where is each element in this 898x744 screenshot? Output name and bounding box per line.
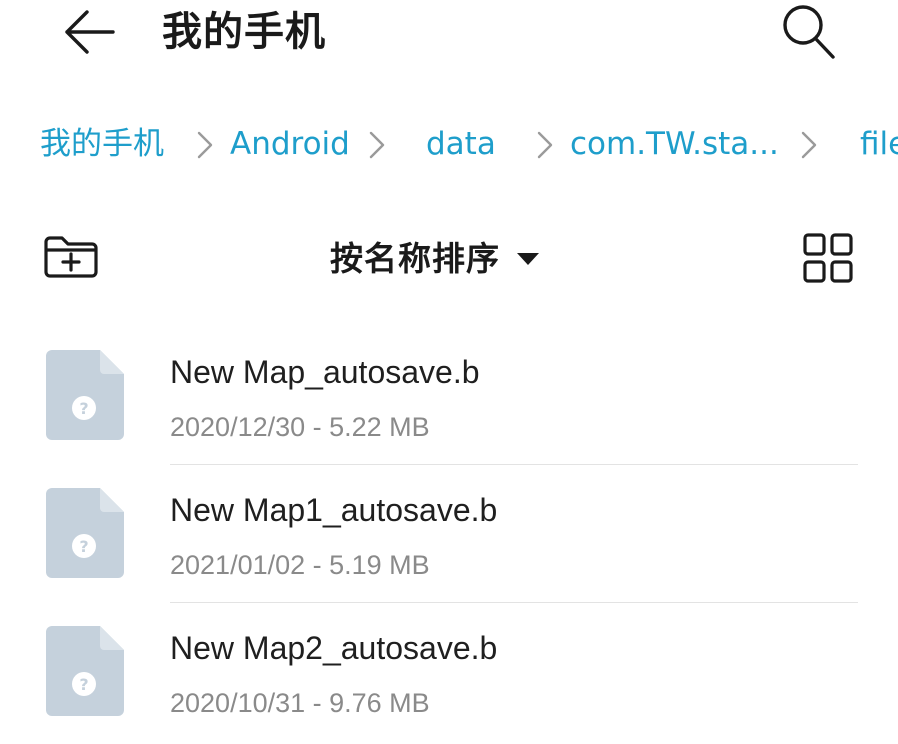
page-title: 我的手机 (162, 9, 326, 55)
search-icon (783, 5, 835, 59)
breadcrumb-item-package[interactable]: com.TW.sta... (570, 122, 779, 166)
file-row[interactable]: ? New Map_autosave.b 2020/12/30 - 5.22 M… (0, 330, 898, 468)
view-toggle-button[interactable] (796, 226, 860, 290)
unknown-file-icon: ? (46, 350, 124, 440)
sort-label: 按名称排序 (330, 239, 500, 278)
svg-text:?: ? (79, 675, 88, 694)
file-row[interactable]: ? New Map1_autosave.b 2021/01/02 - 5.19 … (0, 468, 898, 606)
back-button[interactable] (56, 4, 122, 60)
new-folder-icon (44, 236, 98, 278)
divider (170, 464, 858, 465)
breadcrumb-item-data[interactable]: data (426, 122, 496, 166)
divider (170, 602, 858, 603)
new-folder-button[interactable] (38, 228, 104, 286)
breadcrumb-item-android[interactable]: Android (230, 122, 350, 166)
unknown-file-icon: ? (46, 488, 124, 578)
file-meta: 2020/12/30 - 5.22 MB (170, 412, 430, 442)
svg-text:?: ? (79, 537, 88, 556)
chevron-right-icon (197, 131, 213, 159)
caret-down-icon (517, 253, 539, 265)
file-name: New Map1_autosave.b (170, 492, 498, 528)
file-meta: 2021/01/02 - 5.19 MB (170, 550, 430, 580)
file-row[interactable]: ? New Map2_autosave.b 2020/10/31 - 9.76 … (0, 606, 898, 744)
chevron-right-icon (369, 131, 385, 159)
arrow-left-icon (65, 10, 115, 54)
grid-view-icon (803, 233, 853, 283)
search-button[interactable] (776, 2, 842, 62)
breadcrumb-item-files[interactable]: file (860, 122, 898, 166)
file-name: New Map_autosave.b (170, 354, 480, 390)
unknown-file-icon: ? (46, 626, 124, 716)
svg-text:?: ? (79, 399, 88, 418)
breadcrumb-item-my-phone[interactable]: 我的手机 (40, 122, 164, 166)
chevron-right-icon (537, 131, 553, 159)
chevron-right-icon (801, 131, 817, 159)
sort-dropdown[interactable]: 按名称排序 (330, 234, 540, 284)
file-name: New Map2_autosave.b (170, 630, 498, 666)
breadcrumb: 我的手机 Android data com.TW.sta... file (0, 122, 898, 168)
file-meta: 2020/10/31 - 9.76 MB (170, 688, 430, 718)
